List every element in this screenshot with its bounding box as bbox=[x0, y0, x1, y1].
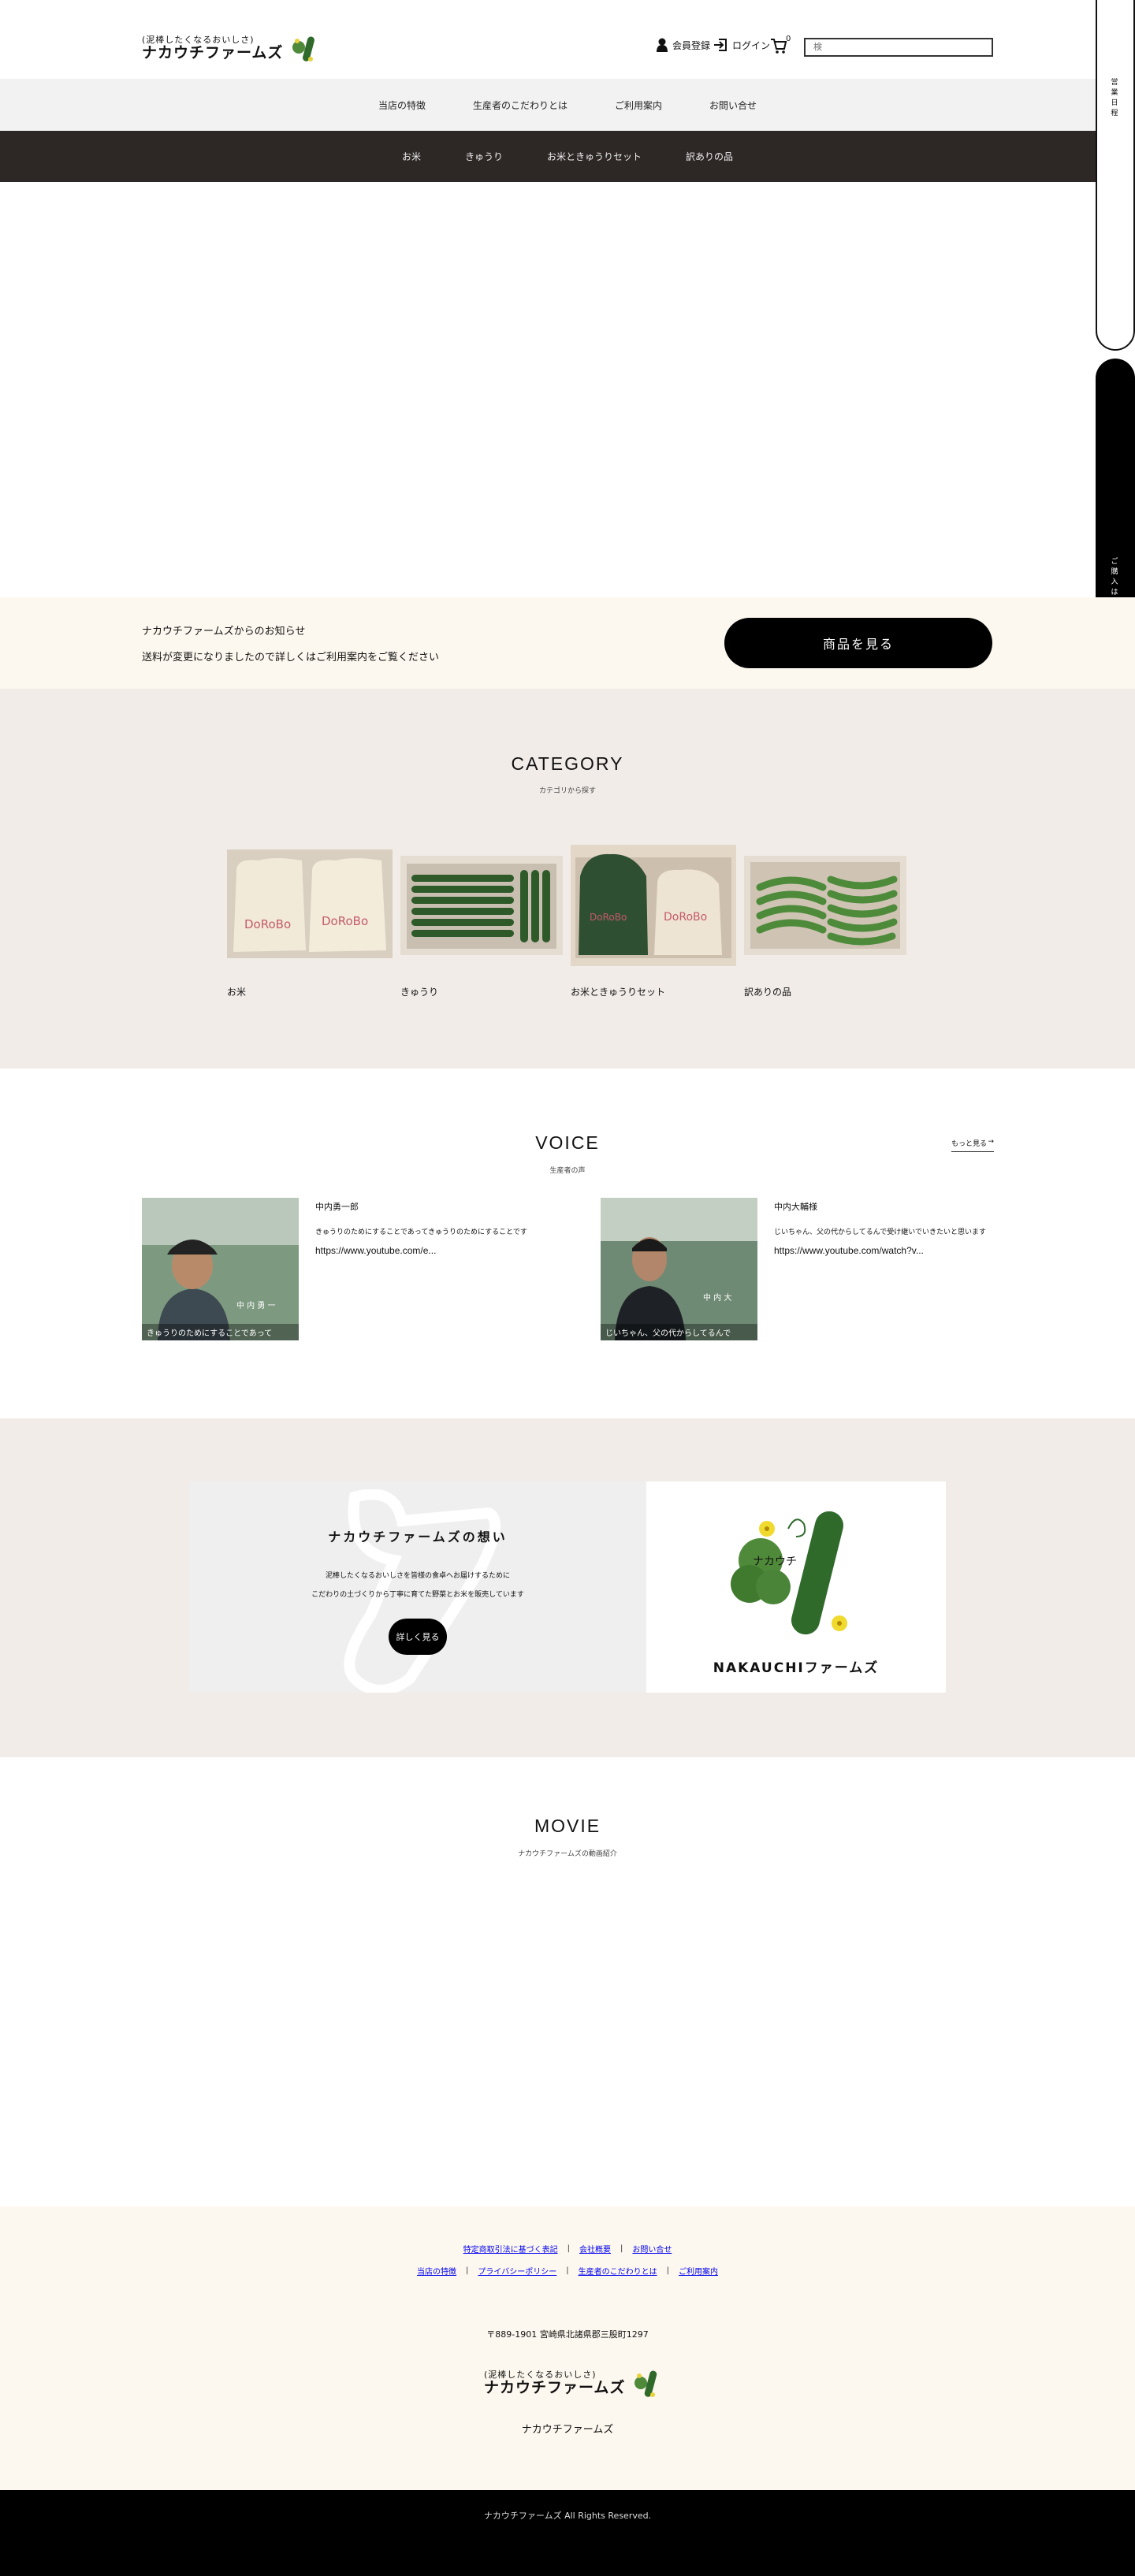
side-tab2-char: ご bbox=[1111, 558, 1120, 566]
category-nav: お米 きゅうり お米ときゅうりセット 訳ありの品 bbox=[0, 131, 1135, 182]
voice-thumbnail-2[interactable]: 中 内 大 じいちゃん、父の代からしてるんで bbox=[601, 1198, 757, 1340]
footer-link-company[interactable]: 会社概要 bbox=[579, 2243, 611, 2254]
rice-cucumber-set-image: DoRoBo DoRoBo bbox=[571, 845, 736, 966]
side-tab1-char: 日 bbox=[1111, 99, 1120, 107]
footer-address: 〒889-1901 宮崎県北諸県郡三股町1297 bbox=[486, 2329, 649, 2340]
side-tab1-char: 程 bbox=[1111, 110, 1120, 117]
story-line2: こだわりの土づくりから丁寧に育てた野菜とお米を販売しています bbox=[311, 1591, 524, 1599]
voice-overlay-2: 中 内 大 bbox=[703, 1292, 731, 1303]
outlet-cucumber-image bbox=[744, 856, 906, 955]
category-image-outlet[interactable] bbox=[744, 856, 906, 955]
story-detail-button[interactable]: 詳しく見る bbox=[389, 1619, 447, 1655]
nav-set[interactable]: お米ときゅうりセット bbox=[547, 150, 642, 163]
copyright-bar: ナカウチファームズ All Rights Reserved. bbox=[0, 2490, 1135, 2576]
footer-company: ナカウチファームズ bbox=[521, 2424, 614, 2436]
svg-text:DoRoBo: DoRoBo bbox=[244, 917, 291, 931]
user-icon bbox=[657, 38, 668, 52]
footer-logo-name: ナカウチファームズ bbox=[484, 2379, 626, 2397]
voice-more-link[interactable]: もっと見る → bbox=[951, 1138, 994, 1152]
login-label: ログイン bbox=[732, 39, 771, 51]
copyright-text: ナカウチファームズ All Rights Reserved. bbox=[483, 2511, 652, 2521]
side-tab2-char: 購 bbox=[1111, 568, 1120, 576]
voice-desc-2: じいちゃん、父の代からしてるんで受け継いでいきたいと思います bbox=[774, 1229, 987, 1236]
brand-vertical-text: ナカウチ bbox=[753, 1556, 797, 1568]
footer-links-row1: 特定商取引法に基づく表記 | 会社概要 | お問い合せ bbox=[463, 2243, 672, 2254]
brand-logo-panel: ナカウチ NAKAUCHIファームズ bbox=[646, 1481, 946, 1693]
story-line1: 泥棒したくなるおいしさを皆様の食卓へお届けするために bbox=[325, 1572, 510, 1580]
footer-link-privacy[interactable]: プライバシーポリシー bbox=[478, 2265, 556, 2277]
footer-link-contact[interactable]: お問い合せ bbox=[632, 2243, 672, 2254]
arrow-right-icon: → bbox=[988, 1138, 994, 1146]
category-label-set[interactable]: お米ときゅうりセット bbox=[571, 985, 665, 998]
view-products-button[interactable]: 商品を見る bbox=[724, 618, 992, 668]
side-tab2-char: は bbox=[1111, 589, 1120, 597]
footer-links-row2: 当店の特徴 | プライバシーポリシー | 生産者のこだわりとは | ご利用案内 bbox=[417, 2265, 718, 2277]
category-label-outlet[interactable]: 訳ありの品 bbox=[744, 985, 791, 998]
category-image-rice[interactable]: DoRoBo DoRoBo bbox=[227, 849, 393, 958]
movie-subtitle: ナカウチファームズの動画紹介 bbox=[518, 1850, 617, 1858]
voice-name-1: 中内勇一郎 bbox=[315, 1202, 359, 1212]
category-label-rice[interactable]: お米 bbox=[227, 985, 246, 998]
nav-commitment[interactable]: 生産者のこだわりとは bbox=[473, 99, 568, 112]
register-label: 会員登録 bbox=[672, 39, 711, 51]
side-tab1-char: 業 bbox=[1111, 89, 1120, 97]
voice-url-2[interactable]: https://www.youtube.com/watch?v... bbox=[774, 1245, 924, 1256]
voice-subtitle: 生産者の声 bbox=[549, 1167, 586, 1175]
side-tab1-char: 営 bbox=[1111, 79, 1120, 87]
footer-link-commitment[interactable]: 生産者のこだわりとは bbox=[579, 2265, 657, 2277]
voice-url-1[interactable]: https://www.youtube.com/e... bbox=[315, 1245, 436, 1256]
cart-icon[interactable] bbox=[770, 37, 787, 54]
nav-features[interactable]: 当店の特徴 bbox=[378, 99, 426, 112]
producer-video-thumbnail: 中 内 勇 一 きゅうりのためにすることであって bbox=[142, 1198, 299, 1340]
cucumber-logo-icon bbox=[634, 2370, 657, 2397]
footer-logo[interactable]: (泥棒したくなるおいしさ) ナカウチファームズ bbox=[484, 2367, 660, 2400]
voice-overlay-1: 中 内 勇 一 bbox=[236, 1300, 276, 1310]
login-link[interactable]: ログイン bbox=[713, 38, 770, 52]
business-calendar-tab[interactable]: 営 業 日 程 bbox=[1096, 0, 1135, 351]
login-icon bbox=[714, 39, 727, 51]
voice-thumbnail-1[interactable]: 中 内 勇 一 きゅうりのためにすることであって bbox=[142, 1198, 299, 1340]
category-label-cucumber[interactable]: きゅうり bbox=[400, 985, 438, 998]
nakauchi-cucumber-logo: ナカウチ bbox=[731, 1511, 847, 1635]
footer-link-legal[interactable]: 特定商取引法に基づく表記 bbox=[463, 2243, 558, 2254]
cucumber-box-image bbox=[400, 856, 563, 955]
site-logo[interactable]: (泥棒したくなるおいしさ) ナカウチファームズ bbox=[142, 33, 318, 65]
story-panel: ナカウチファームズの想い 泥棒したくなるおいしさを皆様の食卓へお届けするために … bbox=[189, 1481, 646, 1693]
svg-text:DoRoBo: DoRoBo bbox=[664, 911, 707, 924]
nav-rice[interactable]: お米 bbox=[402, 150, 421, 163]
svg-text:DoRoBo: DoRoBo bbox=[322, 914, 368, 928]
brand-name: NAKAUCHIファームズ bbox=[713, 1660, 880, 1676]
cucumber-logo-icon bbox=[292, 36, 315, 61]
category-subtitle: カテゴリから探す bbox=[538, 787, 596, 795]
category-section bbox=[0, 689, 1135, 1069]
nav-contact[interactable]: お問い合せ bbox=[709, 99, 757, 112]
category-image-cucumber[interactable] bbox=[400, 856, 563, 955]
nav-cucumber[interactable]: きゅうり bbox=[465, 150, 503, 163]
search-input[interactable] bbox=[804, 38, 993, 57]
category-title: CATEGORY bbox=[511, 753, 624, 774]
nav-outlet[interactable]: 訳ありの品 bbox=[686, 150, 733, 163]
voice-name-2: 中内大輔様 bbox=[774, 1202, 817, 1212]
primary-nav: 当店の特徴 生産者のこだわりとは ご利用案内 お問い合せ bbox=[0, 79, 1135, 131]
site-header: (泥棒したくなるおいしさ) ナカウチファームズ 会員登録 ログイン 0 bbox=[0, 0, 1135, 79]
announcement-text: 送料が変更になりましたので詳しくはご利用案内をご覧ください bbox=[142, 652, 440, 664]
category-image-set[interactable]: DoRoBo DoRoBo bbox=[571, 845, 736, 966]
story-title: ナカウチファームズの想い bbox=[328, 1530, 508, 1544]
logo-name: ナカウチファームズ bbox=[142, 44, 284, 62]
footer-link-guide[interactable]: ご利用案内 bbox=[679, 2265, 718, 2277]
voice-desc-1: きゅうりのためにすることであってきゅうりのためにすることです bbox=[315, 1229, 527, 1236]
cart-count: 0 bbox=[786, 35, 791, 43]
movie-title: MOVIE bbox=[534, 1816, 601, 1836]
footer-link-features[interactable]: 当店の特徴 bbox=[417, 2265, 456, 2277]
register-link[interactable]: 会員登録 bbox=[657, 38, 710, 52]
rice-bags-image: DoRoBo DoRoBo bbox=[227, 849, 393, 958]
side-tab2-char: 入 bbox=[1111, 578, 1120, 586]
announcement-title: ナカウチファームズからのお知らせ bbox=[142, 626, 306, 637]
voice-caption-1: きゅうりのためにすることであって bbox=[147, 1329, 272, 1338]
producer-video-thumbnail: 中 内 大 じいちゃん、父の代からしてるんで bbox=[601, 1198, 757, 1340]
voice-more-label: もっと見る bbox=[951, 1140, 988, 1148]
nav-guide[interactable]: ご利用案内 bbox=[615, 99, 662, 112]
voice-caption-2: じいちゃん、父の代からしてるんで bbox=[605, 1329, 731, 1338]
svg-text:DoRoBo: DoRoBo bbox=[590, 912, 627, 923]
